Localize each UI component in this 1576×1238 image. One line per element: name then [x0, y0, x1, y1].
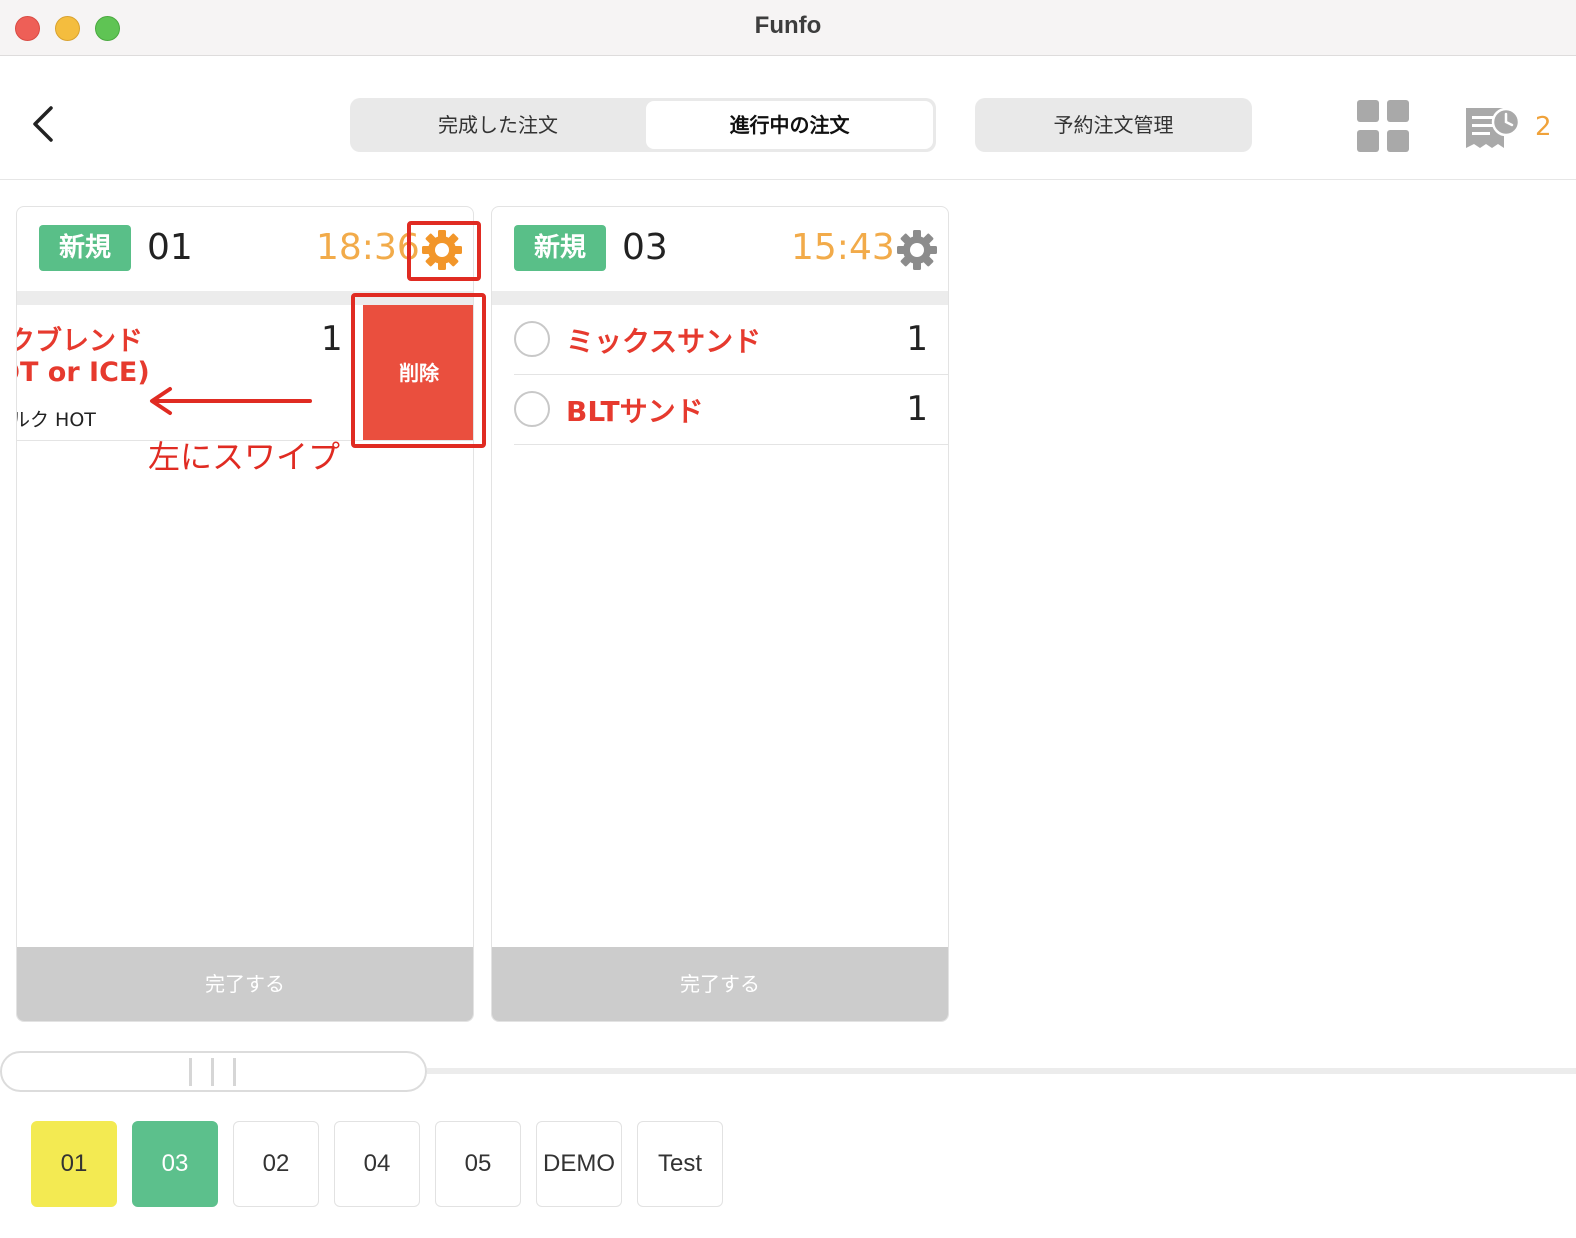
grip-line — [233, 1058, 236, 1086]
order-item-row[interactable]: ミックスサンド 1 — [514, 305, 948, 375]
grip-line — [189, 1058, 192, 1086]
header-bar: 完成した注文 進行中の注文 予約注文管理 2 — [0, 56, 1576, 180]
table-tab-03[interactable]: 03 — [132, 1121, 218, 1207]
status-badge: 新規 — [514, 225, 606, 271]
annotation-highlight-delete — [351, 293, 486, 448]
order-card-header: 新規 01 18:36 — [17, 207, 473, 291]
reservation-count-badge: 2 — [1535, 112, 1552, 142]
annotation-highlight-gear — [407, 221, 481, 281]
reservation-management-button[interactable]: 予約注文管理 — [975, 98, 1252, 152]
order-status-segmented-control: 完成した注文 進行中の注文 — [350, 98, 936, 152]
item-name: ミックスサンド — [566, 325, 762, 358]
item-name-line1: ルクブレンド — [17, 326, 143, 357]
item-check-circle[interactable] — [514, 321, 550, 357]
title-bar: Funfo — [0, 0, 1576, 56]
gear-icon[interactable] — [896, 229, 938, 271]
order-number: 01 — [147, 227, 193, 268]
table-tab-02[interactable]: 02 — [233, 1121, 319, 1207]
tab-in-progress-orders[interactable]: 進行中の注文 — [646, 101, 933, 149]
item-quantity: 1 — [906, 319, 928, 359]
item-option: ルク HOT — [17, 409, 96, 431]
card-separator — [492, 291, 948, 305]
order-item-row[interactable]: BLTサンド 1 — [514, 375, 948, 445]
grid-view-icon[interactable] — [1357, 100, 1411, 154]
table-tab-01[interactable]: 01 — [31, 1121, 117, 1207]
tab-completed-orders[interactable]: 完成した注文 — [353, 101, 643, 149]
complete-order-button[interactable]: 完了する — [492, 947, 948, 1021]
order-time: 15:43 — [791, 227, 895, 268]
order-card-03: 新規 03 15:43 ミックスサンド 1 BLTサンド 1 完了する — [491, 206, 949, 1022]
order-time: 18:36 — [316, 227, 420, 268]
back-chevron-icon[interactable] — [25, 102, 65, 146]
table-tab-04[interactable]: 04 — [334, 1121, 420, 1207]
table-tab-05[interactable]: 05 — [435, 1121, 521, 1207]
grip-line — [211, 1058, 214, 1086]
order-number: 03 — [622, 227, 668, 268]
item-name-line2: OT or ICE) — [17, 357, 150, 388]
item-name: BLTサンド — [566, 395, 704, 428]
table-tab-demo[interactable]: DEMO — [536, 1121, 622, 1207]
annotation-arrow-left-icon — [150, 387, 312, 415]
horizontal-scroll-thumb[interactable] — [0, 1051, 427, 1092]
item-check-circle[interactable] — [514, 391, 550, 427]
item-quantity: 1 — [906, 389, 928, 429]
complete-order-button[interactable]: 完了する — [17, 947, 473, 1021]
item-quantity: 1 — [321, 319, 343, 359]
annotation-swipe-left-text: 左にスワイプ — [148, 438, 341, 476]
order-card-header: 新規 03 15:43 — [492, 207, 948, 291]
table-tab-test[interactable]: Test — [637, 1121, 723, 1207]
status-badge: 新規 — [39, 225, 131, 271]
horizontal-scroll-track[interactable] — [427, 1068, 1576, 1074]
receipt-clock-icon[interactable] — [1464, 104, 1522, 152]
window-title: Funfo — [754, 12, 822, 39]
